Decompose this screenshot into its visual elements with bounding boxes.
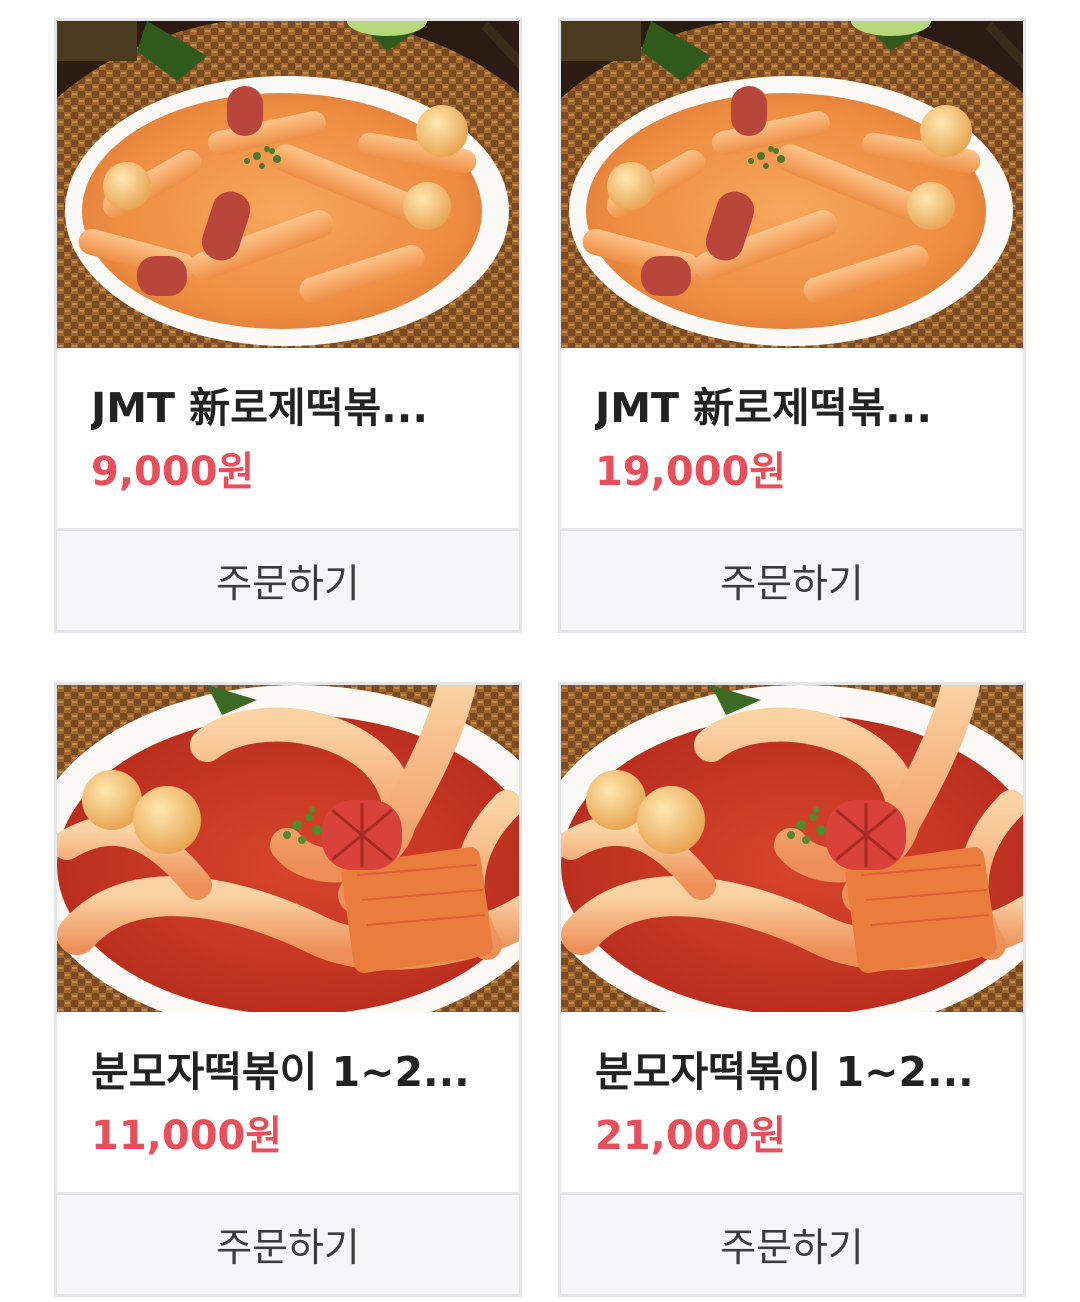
rose-tteokbokki-photo[interactable] xyxy=(561,21,1023,348)
product-card[interactable]: 분모자떡볶이 1~2... 11,000원 주문하기 xyxy=(54,682,522,1297)
product-name: JMT 新로제떡볶... xyxy=(595,384,932,432)
order-button[interactable]: 주문하기 xyxy=(561,531,1023,630)
product-price: 11,000원 xyxy=(91,1113,283,1159)
product-info: 분모자떡볶이 1~2... 11,000원 xyxy=(57,1012,519,1195)
rose-tteokbokki-photo[interactable] xyxy=(57,21,519,348)
product-card[interactable]: JMT 新로제떡볶... 9,000원 주문하기 xyxy=(54,18,522,633)
product-name: 분모자떡볶이 1~2... xyxy=(91,1048,470,1096)
order-button[interactable]: 주문하기 xyxy=(57,1195,519,1294)
bunmoja-tteokbokki-photo[interactable] xyxy=(561,685,1023,1012)
product-name: JMT 新로제떡볶... xyxy=(91,384,428,432)
product-name: 분모자떡볶이 1~2... xyxy=(595,1048,974,1096)
product-price: 19,000원 xyxy=(595,449,787,495)
product-card[interactable]: 분모자떡볶이 1~2... 21,000원 주문하기 xyxy=(558,682,1026,1297)
product-grid: JMT 新로제떡볶... 9,000원 주문하기 JMT 新로제떡볶... 19… xyxy=(0,0,1080,1302)
product-card[interactable]: JMT 新로제떡볶... 19,000원 주문하기 xyxy=(558,18,1026,633)
order-button[interactable]: 주문하기 xyxy=(561,1195,1023,1294)
product-info: JMT 新로제떡볶... 19,000원 xyxy=(561,348,1023,531)
product-info: 분모자떡볶이 1~2... 21,000원 xyxy=(561,1012,1023,1195)
product-price: 21,000원 xyxy=(595,1113,787,1159)
order-button[interactable]: 주문하기 xyxy=(57,531,519,630)
product-price: 9,000원 xyxy=(91,449,255,495)
product-info: JMT 新로제떡볶... 9,000원 xyxy=(57,348,519,531)
bunmoja-tteokbokki-photo[interactable] xyxy=(57,685,519,1012)
